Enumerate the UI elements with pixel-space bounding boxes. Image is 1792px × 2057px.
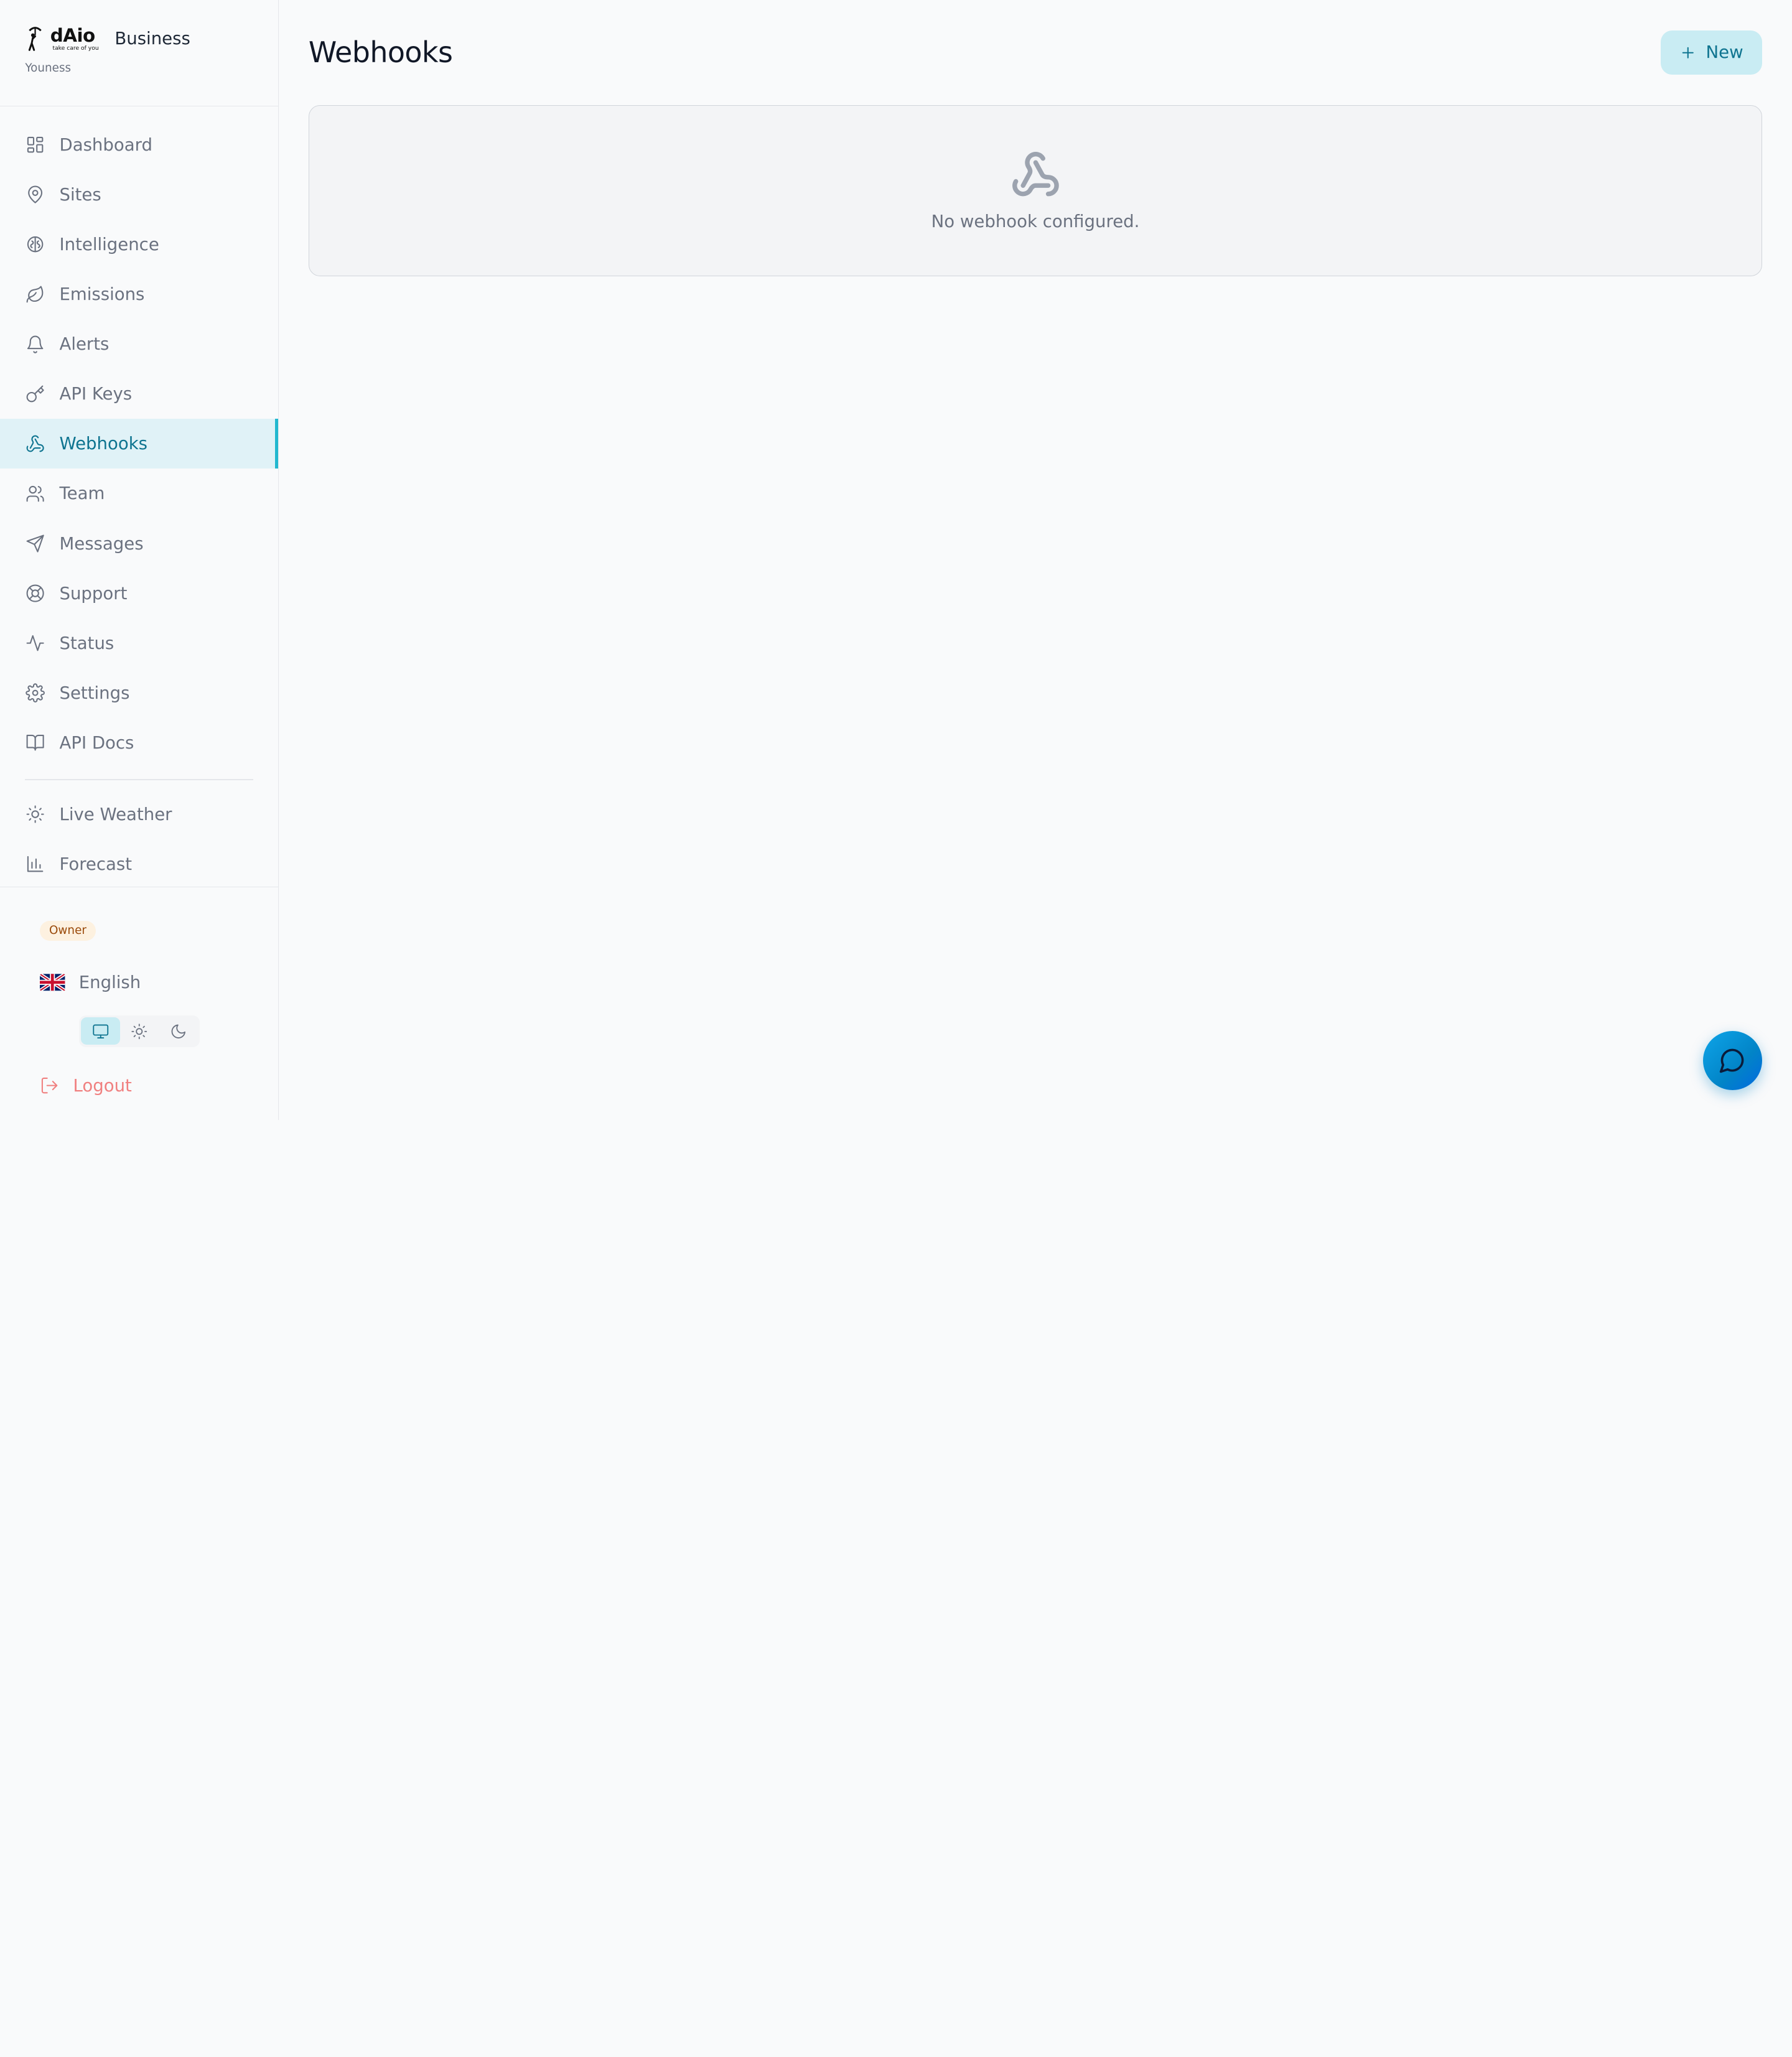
sidebar-item-intelligence[interactable]: Intelligence [0,220,278,269]
sidebar-item-label: Team [59,483,105,504]
sidebar-item-label: Forecast [59,854,133,874]
monitor-icon [93,1024,108,1038]
map-pin-icon [25,184,45,205]
uk-flag-icon [40,974,65,991]
key-icon [25,384,45,404]
theme-light-button[interactable] [120,1017,159,1045]
sidebar-item-label: API Docs [59,732,134,753]
sidebar-item-label: API Keys [59,384,133,404]
leaf-icon [25,284,45,305]
logout-label: Logout [73,1075,132,1096]
users-icon [25,483,45,504]
bar-chart-icon [25,854,45,874]
sidebar-item-live-weather[interactable]: Live Weather [0,790,278,839]
sidebar-item-label: Intelligence [59,235,159,255]
brain-icon [25,235,45,255]
theme-toggle [78,1015,200,1048]
main-content: Webhooks New No webhook configured. [279,0,1792,1120]
sidebar-footer: Owner English Logout [0,887,279,1120]
book-open-icon [25,732,45,753]
umbrella-figure-icon [29,27,42,52]
empty-state-message: No webhook configured. [931,212,1140,232]
account-name: Youness [25,62,72,75]
empty-state: No webhook configured. [308,105,1763,277]
sidebar-item-status[interactable]: Status [0,618,278,668]
chat-button[interactable] [1702,1030,1763,1091]
language-label: English [78,972,141,992]
sidebar-item-emissions[interactable]: Emissions [0,269,278,319]
new-button-label: New [1706,42,1743,63]
sidebar-item-settings[interactable]: Settings [0,668,278,718]
webhook-icon [1012,152,1059,197]
role-badge: Owner [40,920,96,941]
sidebar-nav: Dashboard Sites Intelligence Emissions A… [0,120,279,889]
sidebar-item-forecast[interactable]: Forecast [0,839,278,889]
webhook-icon [25,434,45,454]
sidebar-item-alerts[interactable]: Alerts [0,319,278,369]
sidebar-item-label: Sites [59,184,101,205]
company-logo[interactable]: dAio take care of you [25,25,99,52]
sidebar-item-support[interactable]: Support [0,569,278,618]
sidebar-item-label: Live Weather [59,804,172,824]
sun-icon [131,1023,147,1039]
brand-header: dAio take care of you Business Youness [0,0,279,106]
logo-tagline: take care of you [52,44,99,52]
sun-icon [25,804,45,824]
sidebar-item-api-keys[interactable]: API Keys [0,369,278,419]
sidebar-item-label: Alerts [59,334,110,355]
moon-icon [171,1024,185,1038]
send-icon [25,533,45,554]
language-selector[interactable]: English [40,973,238,992]
sidebar-item-label: Status [59,633,114,653]
sidebar-item-sites[interactable]: Sites [0,170,278,220]
nav-divider [25,779,253,781]
life-buoy-icon [25,583,45,604]
page-header: Webhooks New [308,30,1763,75]
sidebar-item-messages[interactable]: Messages [0,518,278,568]
logout-icon [42,1078,58,1094]
theme-system-button[interactable] [81,1017,120,1045]
dashboard-icon [25,134,45,155]
sidebar-item-label: Emissions [59,284,145,305]
page-title: Webhooks [308,35,453,70]
sidebar-item-label: Settings [59,683,130,703]
sidebar-item-webhooks[interactable]: Webhooks [0,419,279,469]
chat-bubble-icon [1720,1049,1744,1073]
new-webhook-button[interactable]: New [1660,30,1763,75]
gear-icon [25,683,45,703]
sidebar-item-label: Dashboard [59,134,152,155]
theme-dark-button[interactable] [159,1017,197,1045]
activity-icon [25,633,45,653]
sidebar-item-label: Support [59,583,128,604]
sidebar-item-label: Messages [59,533,144,554]
bell-icon [25,334,45,355]
sidebar: dAio take care of you Business Youness D… [0,0,279,1120]
sidebar-item-dashboard[interactable]: Dashboard [0,120,278,170]
product-name: Business [114,29,190,49]
sidebar-item-api-docs[interactable]: API Docs [0,718,278,768]
sidebar-item-label: Webhooks [59,434,148,454]
plus-icon [1682,47,1694,58]
logo-wordmark: dAio [50,25,95,47]
sidebar-item-team[interactable]: Team [0,469,278,518]
logout-button[interactable]: Logout [40,1076,238,1096]
